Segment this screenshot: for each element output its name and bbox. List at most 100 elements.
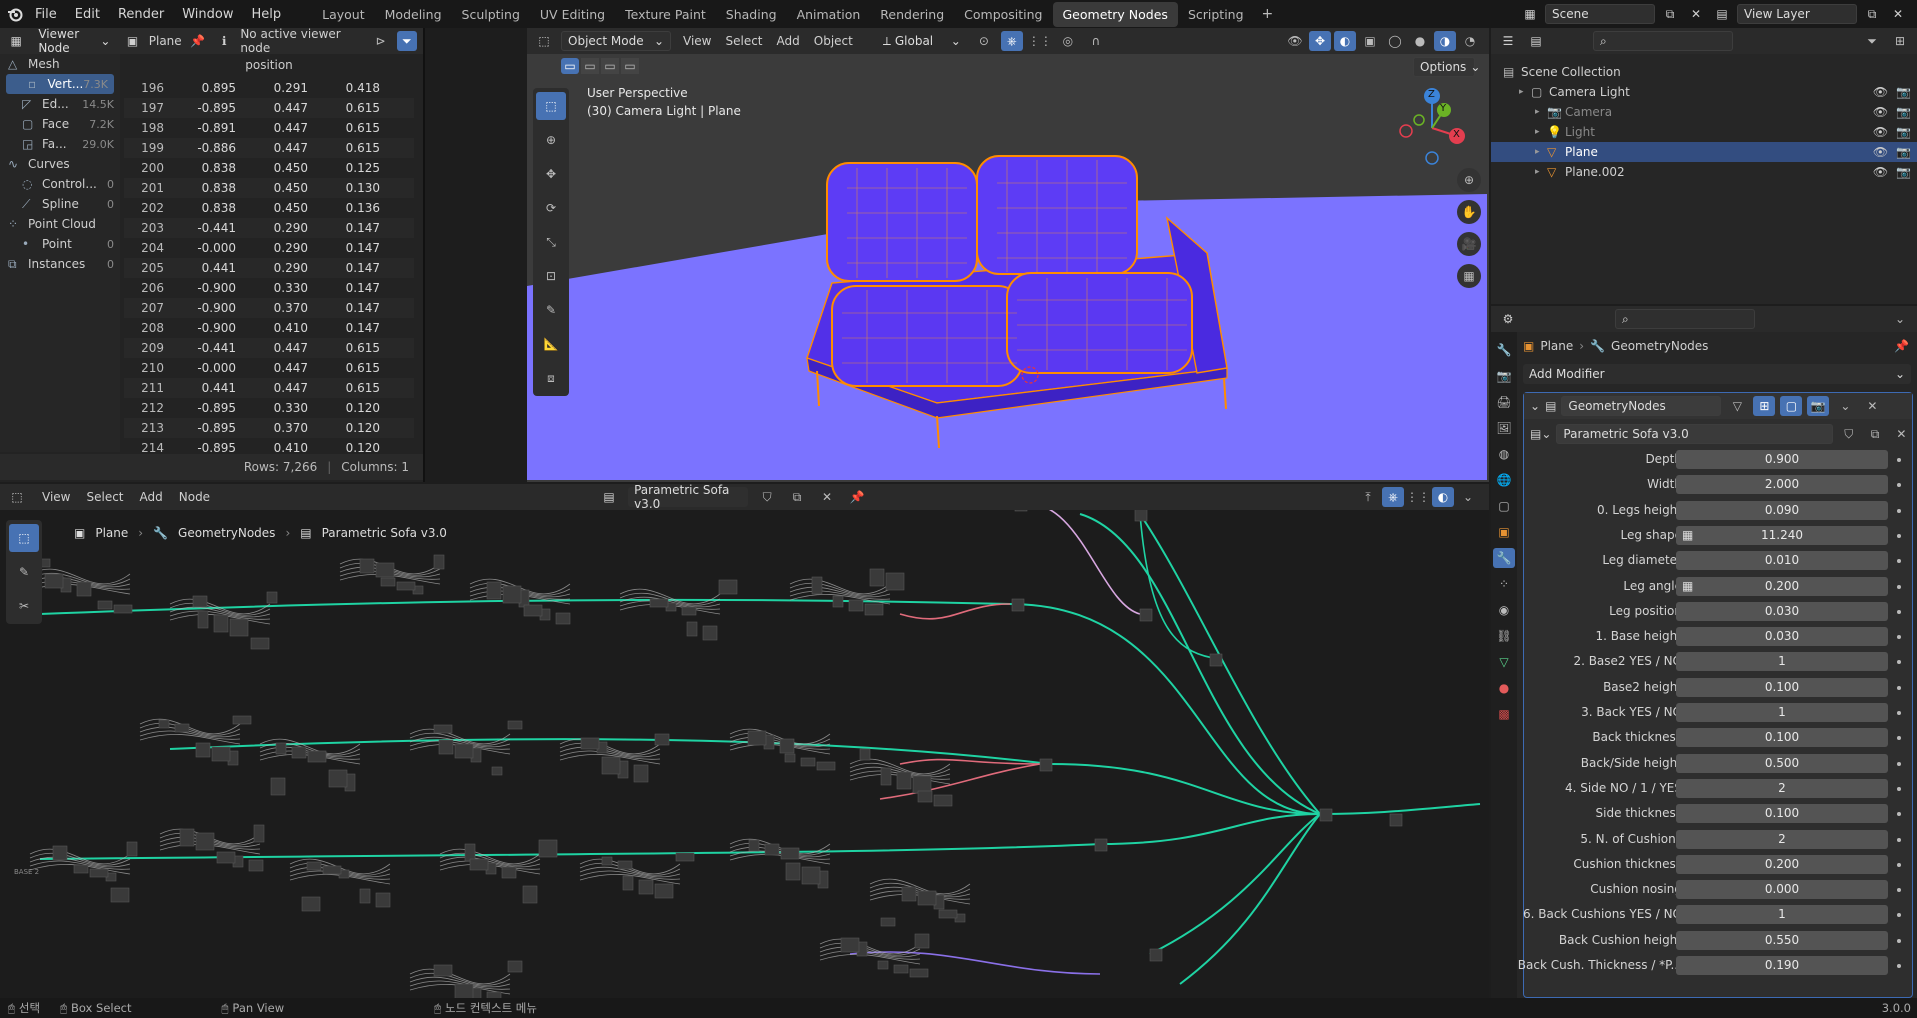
- scale-tool-icon[interactable]: ⤡: [536, 228, 566, 256]
- node[interactable]: [433, 554, 445, 570]
- node[interactable]: [248, 859, 264, 872]
- workspace-tab-layout[interactable]: Layout: [312, 2, 375, 27]
- 3d-viewport-editor-type-icon[interactable]: ⬚: [533, 30, 555, 52]
- zoom-icon[interactable]: ⊕: [1457, 168, 1481, 192]
- node-tree-icon[interactable]: ▤⌄: [1530, 427, 1551, 441]
- node[interactable]: [880, 767, 892, 786]
- node[interactable]: [89, 868, 109, 878]
- node-tree-type-icon[interactable]: ▤: [598, 486, 620, 508]
- workspace-tab-uv-editing[interactable]: UV Editing: [530, 2, 615, 27]
- outliner-item-light[interactable]: ▸ 💡 Light 👁 📷: [1491, 122, 1917, 142]
- outliner-item-plane-002[interactable]: ▸ ▽ Plane.002 👁 📷: [1491, 162, 1917, 182]
- collapse-chevron-icon[interactable]: ⌄: [1530, 399, 1540, 413]
- keyframe-dot-icon[interactable]: [1897, 812, 1901, 817]
- node[interactable]: [681, 606, 697, 616]
- node[interactable]: [113, 604, 133, 614]
- node[interactable]: [885, 572, 905, 591]
- render-toggle-icon[interactable]: 📷: [1807, 396, 1830, 416]
- node[interactable]: [375, 562, 395, 578]
- node[interactable]: [502, 585, 522, 604]
- node[interactable]: [253, 824, 265, 843]
- viewport-menu-select[interactable]: Select: [725, 34, 762, 48]
- viewer-node-dropdown[interactable]: Viewer Node ⌄: [32, 27, 116, 55]
- measure-tool-icon[interactable]: 📐: [536, 330, 566, 358]
- node[interactable]: [633, 764, 649, 783]
- node-overlay-icon[interactable]: ◐: [1432, 487, 1454, 507]
- node[interactable]: [938, 909, 958, 919]
- filter-icon[interactable]: ⏷: [396, 31, 417, 51]
- remove-modifier-icon[interactable]: ✕: [1861, 396, 1883, 416]
- node[interactable]: [840, 937, 860, 953]
- param-field[interactable]: 0.030: [1676, 627, 1888, 647]
- output-tab-icon[interactable]: 🖨: [1493, 392, 1515, 412]
- hide-toggle-icon[interactable]: 👁: [1873, 105, 1888, 119]
- hide-toggle-icon[interactable]: 👁: [1873, 165, 1888, 179]
- node[interactable]: [1389, 813, 1403, 827]
- data-set-point[interactable]: • Point 0: [0, 234, 120, 254]
- select-new-icon[interactable]: ▭: [561, 58, 579, 74]
- workspace-tab-animation[interactable]: Animation: [787, 2, 871, 27]
- node[interactable]: [848, 599, 864, 612]
- param-field[interactable]: 0.000: [1676, 880, 1888, 900]
- node[interactable]: [486, 581, 502, 600]
- data-set-edge[interactable]: ◸ Ed... 14.5K: [0, 94, 120, 114]
- node[interactable]: [110, 887, 130, 903]
- node[interactable]: [433, 964, 453, 977]
- options-dropdown[interactable]: Options ⌄: [1413, 57, 1480, 77]
- node[interactable]: [649, 598, 669, 608]
- node[interactable]: [816, 761, 836, 771]
- node-overlay-options-icon[interactable]: ⌄: [1457, 487, 1479, 507]
- links-cut-tool-icon[interactable]: ✂: [9, 592, 39, 620]
- rotate-tool-icon[interactable]: ⟳: [536, 194, 566, 222]
- node-pin-icon[interactable]: 📌: [846, 487, 868, 507]
- node[interactable]: [933, 794, 953, 807]
- workspace-tab-compositing[interactable]: Compositing: [954, 2, 1052, 27]
- keyframe-dot-icon[interactable]: [1897, 786, 1901, 791]
- node-menu-view[interactable]: View: [42, 490, 70, 504]
- render-toggle-icon[interactable]: 📷: [1896, 85, 1911, 99]
- outliner-item-plane[interactable]: ▸ ▽ Plane 👁 📷: [1491, 142, 1917, 162]
- menu-render[interactable]: Render: [109, 7, 173, 22]
- select-intersect-icon[interactable]: ▭: [621, 58, 639, 74]
- node-group-selector[interactable]: Parametric Sofa v3.0: [628, 484, 749, 511]
- hide-toggle-icon[interactable]: 👁: [1873, 85, 1888, 99]
- node[interactable]: [877, 960, 889, 970]
- blender-logo-icon[interactable]: [4, 3, 26, 25]
- data-set-point-cloud[interactable]: ⁘ Point Cloud: [0, 214, 120, 234]
- node[interactable]: [454, 743, 474, 759]
- node[interactable]: [638, 879, 654, 895]
- data-set-control-point[interactable]: ◌ Control... 0: [0, 174, 120, 194]
- outliner-item-camera-light[interactable]: ▸ ▢ Camera Light 👁 📷: [1491, 82, 1917, 102]
- node[interactable]: [213, 614, 229, 633]
- node[interactable]: [779, 738, 795, 754]
- select-extend-icon[interactable]: ▭: [581, 58, 599, 74]
- node[interactable]: [158, 719, 170, 729]
- node[interactable]: [291, 746, 307, 759]
- keyframe-dot-icon[interactable]: [1897, 711, 1901, 715]
- render-toggle-icon[interactable]: 📷: [1896, 105, 1911, 119]
- node[interactable]: [580, 737, 600, 750]
- param-field[interactable]: 1: [1676, 905, 1888, 925]
- node[interactable]: [491, 766, 503, 776]
- node[interactable]: [832, 595, 844, 608]
- node[interactable]: [1139, 608, 1153, 622]
- data-set-spline[interactable]: ⟋ Spline 0: [0, 194, 120, 214]
- node[interactable]: [1039, 758, 1053, 772]
- workspace-tab-shading[interactable]: Shading: [716, 2, 787, 27]
- cursor-tool-icon[interactable]: ⊕: [536, 126, 566, 154]
- view-layer-icon[interactable]: ▤: [1711, 3, 1733, 25]
- delete-scene-icon[interactable]: ✕: [1685, 3, 1707, 25]
- param-field[interactable]: 0.030: [1676, 601, 1888, 621]
- outliner-filter-icon[interactable]: ⏷: [1861, 31, 1883, 51]
- node[interactable]: [1134, 508, 1148, 522]
- data-set-vertex[interactable]: ▫ Vert... 7.3K: [6, 74, 114, 94]
- node[interactable]: [893, 964, 909, 974]
- node[interactable]: [784, 753, 796, 763]
- keyframe-dot-icon[interactable]: [1897, 508, 1901, 513]
- scene-icon[interactable]: ▦: [1519, 3, 1541, 25]
- keyframe-dot-icon[interactable]: [1897, 964, 1901, 968]
- outliner-editor-type-icon[interactable]: ☰: [1497, 30, 1519, 52]
- add-modifier-dropdown[interactable]: Add Modifier ⌄: [1523, 364, 1911, 384]
- view-layer-selector[interactable]: View Layer: [1737, 4, 1857, 24]
- new-scene-icon[interactable]: ⧉: [1659, 3, 1681, 25]
